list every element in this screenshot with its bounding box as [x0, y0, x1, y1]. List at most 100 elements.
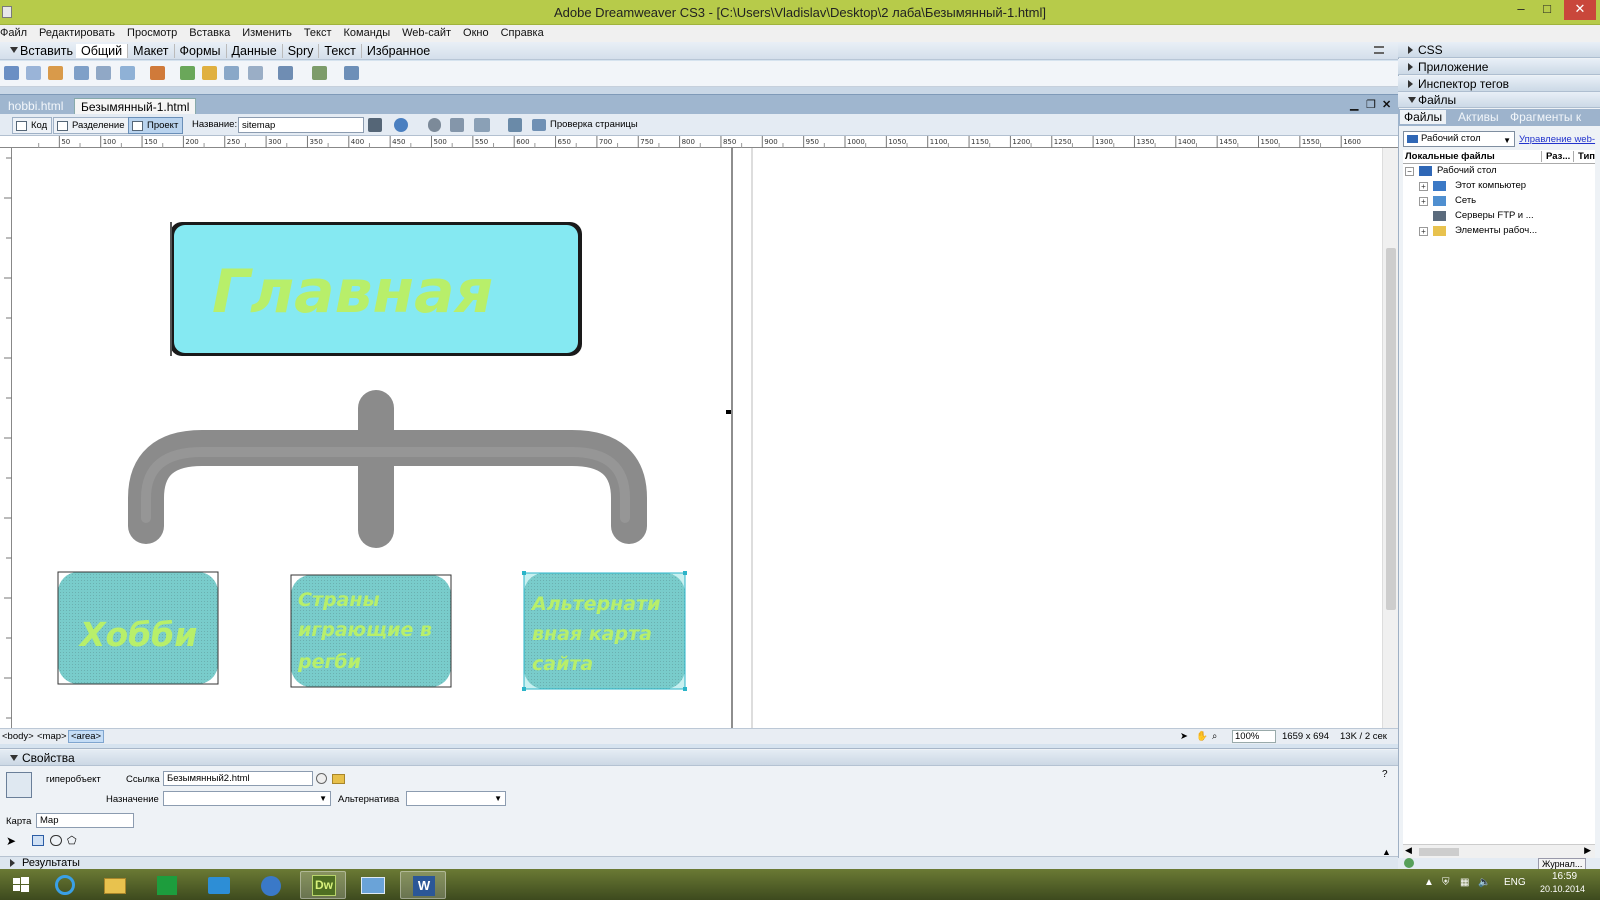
scrollbar-thumb[interactable]: [1419, 848, 1459, 856]
expand-node-icon[interactable]: +: [1419, 197, 1428, 206]
file-management-icon[interactable]: [368, 118, 382, 132]
pointer-hotspot-icon[interactable]: ➤: [6, 834, 16, 848]
menu-insert[interactable]: Вставка: [183, 25, 236, 42]
insert-tab-data[interactable]: Данные: [226, 44, 283, 58]
results-bar[interactable]: Результаты: [0, 856, 1398, 869]
audio-taskbar-icon[interactable]: [248, 871, 294, 899]
tray-arrow-icon[interactable]: ▲: [1424, 877, 1434, 888]
collapse-arrow-icon[interactable]: [10, 47, 18, 53]
date-icon[interactable]: [180, 66, 195, 80]
insert-tab-favorites[interactable]: Избранное: [362, 44, 435, 58]
tag-map[interactable]: <map>: [37, 731, 67, 742]
files-horizontal-scrollbar[interactable]: ◀ ▶: [1403, 844, 1595, 858]
site-select[interactable]: Рабочий стол ▼: [1403, 131, 1515, 147]
minimize-button[interactable]: –: [1508, 0, 1534, 20]
connect-icon[interactable]: [1404, 858, 1414, 868]
files-panel-header[interactable]: Файлы: [1398, 92, 1600, 108]
menu-window[interactable]: Окно: [457, 25, 495, 42]
alt-select[interactable]: ▼: [406, 791, 506, 806]
insert-tab-layout[interactable]: Макет: [128, 44, 175, 58]
menu-view[interactable]: Просмотр: [121, 25, 183, 42]
tab-files[interactable]: Файлы: [1400, 110, 1447, 124]
point-to-file-icon[interactable]: [316, 773, 327, 784]
tag-body[interactable]: <body>: [2, 731, 34, 742]
server-include-icon[interactable]: [202, 66, 217, 80]
scrollbar-thumb[interactable]: [1386, 248, 1396, 610]
link-input[interactable]: Безымянный2.html: [163, 771, 313, 786]
rect-hotspot-icon[interactable]: [32, 835, 44, 846]
design-view-button[interactable]: Проект: [128, 117, 184, 134]
circle-hotspot-icon[interactable]: [50, 835, 62, 846]
visual-aids-icon[interactable]: [474, 118, 490, 132]
tray-language[interactable]: ENG: [1504, 877, 1526, 888]
scroll-right-icon[interactable]: ▶: [1584, 845, 1591, 856]
tray-volume-icon[interactable]: 🔈: [1478, 877, 1490, 888]
dreamweaver-taskbar-icon[interactable]: Dw: [300, 871, 346, 899]
doc-restore-icon[interactable]: ❐: [1366, 98, 1376, 111]
start-button[interactable]: [4, 871, 38, 899]
image-icon[interactable]: [120, 66, 135, 80]
check-page-button[interactable]: Проверка страницы: [532, 117, 638, 134]
options-menu-icon[interactable]: [1374, 46, 1384, 54]
zoom-select[interactable]: 100%: [1232, 730, 1276, 743]
word-taskbar-icon[interactable]: W: [400, 871, 446, 899]
hand-tool-icon[interactable]: ✋: [1196, 731, 1208, 742]
tab-snippets[interactable]: Фрагменты к: [1510, 110, 1581, 124]
tab-assets[interactable]: Активы: [1458, 110, 1499, 124]
insert-tab-spry[interactable]: Spry: [282, 44, 320, 58]
menu-text[interactable]: Текст: [298, 25, 338, 42]
menu-site[interactable]: Web-сайт: [396, 25, 457, 42]
email-link-icon[interactable]: [26, 66, 41, 80]
menu-modify[interactable]: Изменить: [236, 25, 298, 42]
collapse-node-icon[interactable]: −: [1405, 167, 1414, 176]
refresh-icon[interactable]: [428, 118, 441, 132]
maximize-button[interactable]: □: [1534, 0, 1560, 20]
design-view[interactable]: Главная Хобби Страны играющие в регби Альт…: [12, 148, 1386, 728]
div-icon[interactable]: [96, 66, 111, 80]
help-icon[interactable]: ?: [1382, 769, 1388, 780]
image-viewer-taskbar-icon[interactable]: [350, 871, 396, 899]
tray-time[interactable]: 16:59: [1552, 871, 1577, 882]
zoom-tool-icon[interactable]: ⌕: [1212, 731, 1217, 742]
named-anchor-icon[interactable]: [48, 66, 63, 80]
doc-close-icon[interactable]: ✕: [1382, 98, 1391, 111]
menu-commands[interactable]: Команды: [338, 25, 397, 42]
scroll-left-icon[interactable]: ◀: [1405, 845, 1412, 856]
application-panel-header[interactable]: Приложение: [1398, 59, 1600, 75]
preview-browser-icon[interactable]: [394, 118, 408, 132]
tray-security-icon[interactable]: ⛨: [1442, 877, 1450, 888]
window-size[interactable]: 1659 x 694: [1282, 731, 1329, 742]
hyperlink-icon[interactable]: [4, 66, 19, 80]
comment-icon[interactable]: [224, 66, 239, 80]
map-input[interactable]: Map: [36, 813, 134, 828]
insert-tab-text[interactable]: Текст: [319, 44, 362, 58]
insert-tab-forms[interactable]: Формы: [174, 44, 227, 58]
menu-edit[interactable]: Редактировать: [33, 25, 121, 42]
design-vertical-scrollbar[interactable]: [1382, 148, 1398, 728]
manage-sites-link[interactable]: Управление web-: [1519, 134, 1595, 145]
menu-help[interactable]: Справка: [495, 25, 550, 42]
tab-untitled-1[interactable]: Безымянный-1.html: [74, 98, 197, 115]
polygon-hotspot-icon[interactable]: ⬠: [67, 834, 77, 847]
css-panel-header[interactable]: CSS: [1398, 42, 1600, 58]
expand-node-icon[interactable]: +: [1419, 182, 1428, 191]
media-icon[interactable]: [150, 66, 165, 80]
split-view-button[interactable]: Разделение: [53, 117, 130, 134]
select-tool-icon[interactable]: ➤: [1180, 731, 1188, 742]
code-view-button[interactable]: Код: [12, 117, 53, 134]
browse-folder-icon[interactable]: [332, 774, 345, 784]
col-size[interactable]: Раз...: [1541, 151, 1570, 162]
tab-hobbi[interactable]: hobbi.html: [2, 98, 69, 115]
close-button[interactable]: ✕: [1564, 0, 1596, 20]
col-local-files[interactable]: Локальные файлы: [1405, 151, 1495, 162]
view-options-icon[interactable]: [450, 118, 464, 132]
tag-chooser-icon[interactable]: [344, 66, 359, 80]
collapse-arrow-icon[interactable]: [10, 755, 18, 761]
menu-file[interactable]: Файл: [0, 25, 33, 42]
expand-node-icon[interactable]: +: [1419, 227, 1428, 236]
table-icon[interactable]: [74, 66, 89, 80]
doc-minimize-icon[interactable]: ▁: [1350, 98, 1358, 111]
tag-inspector-header[interactable]: Инспектор тегов: [1398, 76, 1600, 92]
page-title-input[interactable]: sitemap: [238, 117, 364, 133]
insert-tab-common[interactable]: Общий: [76, 44, 129, 58]
